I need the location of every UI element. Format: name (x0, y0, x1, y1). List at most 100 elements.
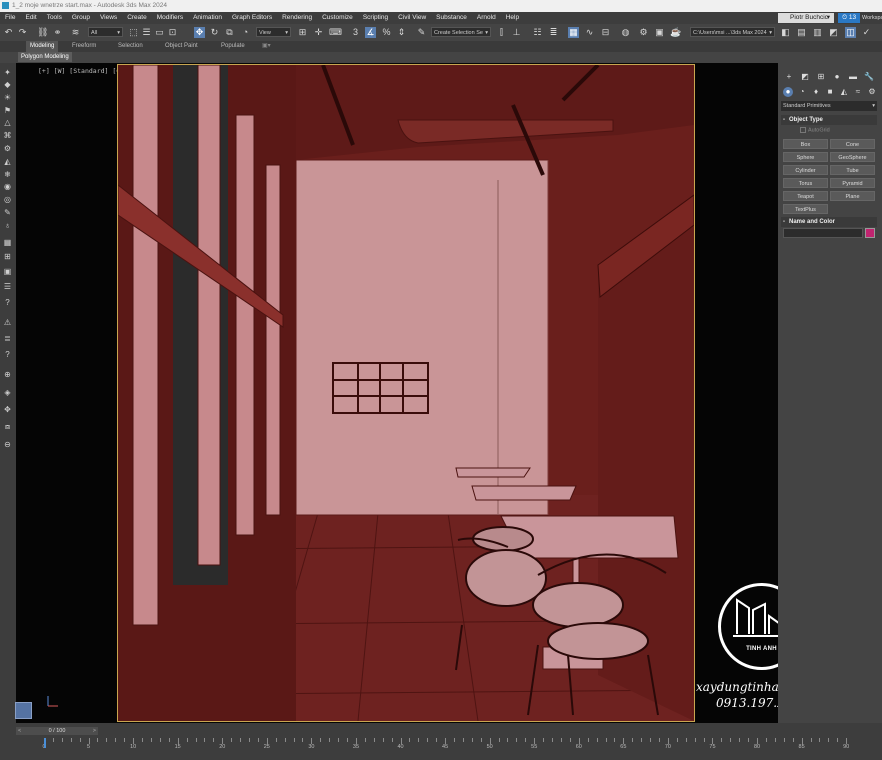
ribbon-options-icon[interactable]: ▣▾ (258, 41, 275, 52)
menu-file[interactable]: File (0, 12, 20, 24)
pivot-center-icon[interactable]: ⊞ (297, 27, 308, 38)
hierarchy-panel-icon[interactable]: ⊞ (816, 72, 826, 82)
percent-snap-icon[interactable]: % (381, 27, 392, 38)
helpers-icon[interactable]: △ (2, 118, 13, 128)
cone-button[interactable]: Cone (830, 139, 875, 149)
angle-snap-icon[interactable]: ∡ (365, 27, 376, 38)
playhead[interactable] (44, 738, 46, 748)
link-icon[interactable]: ⛓ (37, 27, 48, 38)
unlink-icon[interactable]: ⚭ (52, 27, 63, 38)
menu-scripting[interactable]: Scripting (358, 12, 393, 24)
menu-arnold[interactable]: Arnold (472, 12, 501, 24)
render-setup-icon[interactable]: ⚙ (638, 27, 649, 38)
menu-views[interactable]: Views (95, 12, 122, 24)
schematic-view-icon[interactable]: ⊟ (600, 27, 611, 38)
warning-icon[interactable]: ⚠ (2, 318, 13, 328)
create-icon[interactable]: ✦ (2, 68, 13, 78)
edit-named-selection-icon[interactable]: ✎ (416, 27, 427, 38)
workspaces-label[interactable]: Workspaces (862, 13, 882, 23)
create-panel-icon[interactable]: + (784, 72, 794, 82)
pan-icon[interactable]: ✥ (2, 405, 13, 415)
select-by-name-icon[interactable]: ☰ (141, 27, 152, 38)
modify-panel-icon[interactable]: ◩ (800, 72, 810, 82)
save-file-icon[interactable]: ▥ (812, 27, 823, 38)
lights-icon[interactable]: ♦ (811, 87, 821, 97)
display-panel-icon[interactable]: ▬ (848, 72, 858, 82)
box-icon[interactable]: ▣ (2, 267, 13, 277)
info-icon[interactable]: ? (2, 350, 13, 360)
menu-substance[interactable]: Substance (431, 12, 472, 24)
textplus-button[interactable]: TextPlus (783, 204, 828, 214)
reference-coordinate-dropdown[interactable]: View ▾ (256, 27, 291, 37)
project-folder-dropdown[interactable]: C:\Users\msi ...\3ds Max 2024 ▾ (690, 27, 775, 37)
snap-icon[interactable]: ⊞ (2, 252, 13, 262)
ribbon-tab-freeform[interactable]: Freeform (68, 41, 100, 52)
move-icon[interactable]: ✥ (194, 27, 205, 38)
menu-graph-editors[interactable]: Graph Editors (227, 12, 277, 24)
lock-icon[interactable]: ◭ (2, 157, 13, 167)
mirror-icon[interactable]: ⫿ (496, 27, 507, 38)
autogrid-checkbox[interactable]: AutoGrid (800, 127, 830, 133)
spinner-snap-icon[interactable]: ⇕ (396, 27, 407, 38)
select-object-icon[interactable]: ⬚ (128, 27, 139, 38)
scale-icon[interactable]: ⧉ (224, 27, 235, 38)
ribbon-tab-populate[interactable]: Populate (217, 41, 249, 52)
spacewarps-panel-icon[interactable]: ≈ (853, 87, 863, 97)
object-color-swatch[interactable] (865, 228, 875, 238)
rotate-icon[interactable]: ↻ (209, 27, 220, 38)
open-file-icon[interactable]: ▤ (796, 27, 807, 38)
check-icon[interactable]: ✓ (861, 27, 872, 38)
script-icon[interactable]: ≣ (2, 334, 13, 344)
align-icon[interactable]: ⊥ (511, 27, 522, 38)
utilities-panel-icon[interactable]: 🔧 (864, 72, 874, 82)
place-icon[interactable]: ◔ (240, 27, 251, 38)
timeline-ruler[interactable]: 051015202530354045505560657075808590 (40, 738, 876, 752)
menu-help[interactable]: Help (501, 12, 524, 24)
asset-icon[interactable]: ◩ (828, 27, 839, 38)
perspective-viewport[interactable] (117, 64, 695, 722)
ribbon-tab-object-paint[interactable]: Object Paint (161, 41, 202, 52)
bind-space-warp-icon[interactable]: ≋ (70, 27, 81, 38)
snaps-toggle-icon[interactable]: 3 (350, 27, 361, 38)
light-bulb-icon[interactable]: ♁ (2, 221, 13, 231)
help-icon[interactable]: ? (2, 298, 13, 308)
helpers-panel-icon[interactable]: ◭ (839, 87, 849, 97)
menu-customize[interactable]: Customize (317, 12, 358, 24)
curve-editor-icon[interactable]: ∿ (584, 27, 595, 38)
rectangular-selection-icon[interactable]: ▭ (154, 27, 165, 38)
systems-panel-icon[interactable]: ⚙ (867, 87, 877, 97)
layers-icon[interactable]: ☰ (2, 282, 13, 292)
menu-animation[interactable]: Animation (188, 12, 227, 24)
selection-filter-dropdown[interactable]: All ▾ (88, 27, 123, 37)
expand-icon[interactable]: ⊕ (2, 370, 13, 380)
freeze-icon[interactable]: ❄ (2, 170, 13, 180)
polygon-modeling-tab[interactable]: Polygon Modeling (18, 52, 72, 62)
object-type-rollout[interactable]: Object Type (781, 115, 877, 125)
plane-button[interactable]: Plane (830, 191, 875, 201)
geometry-icon[interactable]: ● (783, 87, 793, 97)
cylinder-button[interactable]: Cylinder (783, 165, 828, 175)
scene-explorer-icon[interactable]: ☷ (532, 27, 543, 38)
hide-icon[interactable]: ◉ (2, 182, 13, 192)
view-cube-icon[interactable]: ◫ (845, 27, 856, 38)
named-selection-set-dropdown[interactable]: Create Selection Se ▾ (431, 27, 491, 37)
redo-icon[interactable]: ↷ (17, 27, 28, 38)
select-manipulate-icon[interactable]: ✛ (313, 27, 324, 38)
material-editor-icon[interactable]: ◍ (620, 27, 631, 38)
modify-icon[interactable]: ◆ (2, 80, 13, 90)
chevron-right-icon[interactable]: > (93, 727, 96, 735)
ribbon-tab-selection[interactable]: Selection (114, 41, 147, 52)
motion-panel-icon[interactable]: ● (832, 72, 842, 82)
user-account-dropdown[interactable]: Piotr Buchcic ▾ (778, 13, 834, 23)
box-button[interactable]: Box (783, 139, 828, 149)
menu-modifiers[interactable]: Modifiers (152, 12, 188, 24)
systems-icon[interactable]: ⚙ (2, 144, 13, 154)
menu-tools[interactable]: Tools (42, 12, 67, 24)
pyramid-button[interactable]: Pyramid (830, 178, 875, 188)
chevron-left-icon[interactable]: < (18, 727, 21, 735)
ribbon-toggle-icon[interactable]: ▦ (568, 27, 579, 38)
undo-icon[interactable]: ↶ (3, 27, 14, 38)
sphere-button[interactable]: Sphere (783, 152, 828, 162)
time-slider[interactable]: <0 / 100 > (16, 727, 98, 735)
menu-create[interactable]: Create (122, 12, 152, 24)
